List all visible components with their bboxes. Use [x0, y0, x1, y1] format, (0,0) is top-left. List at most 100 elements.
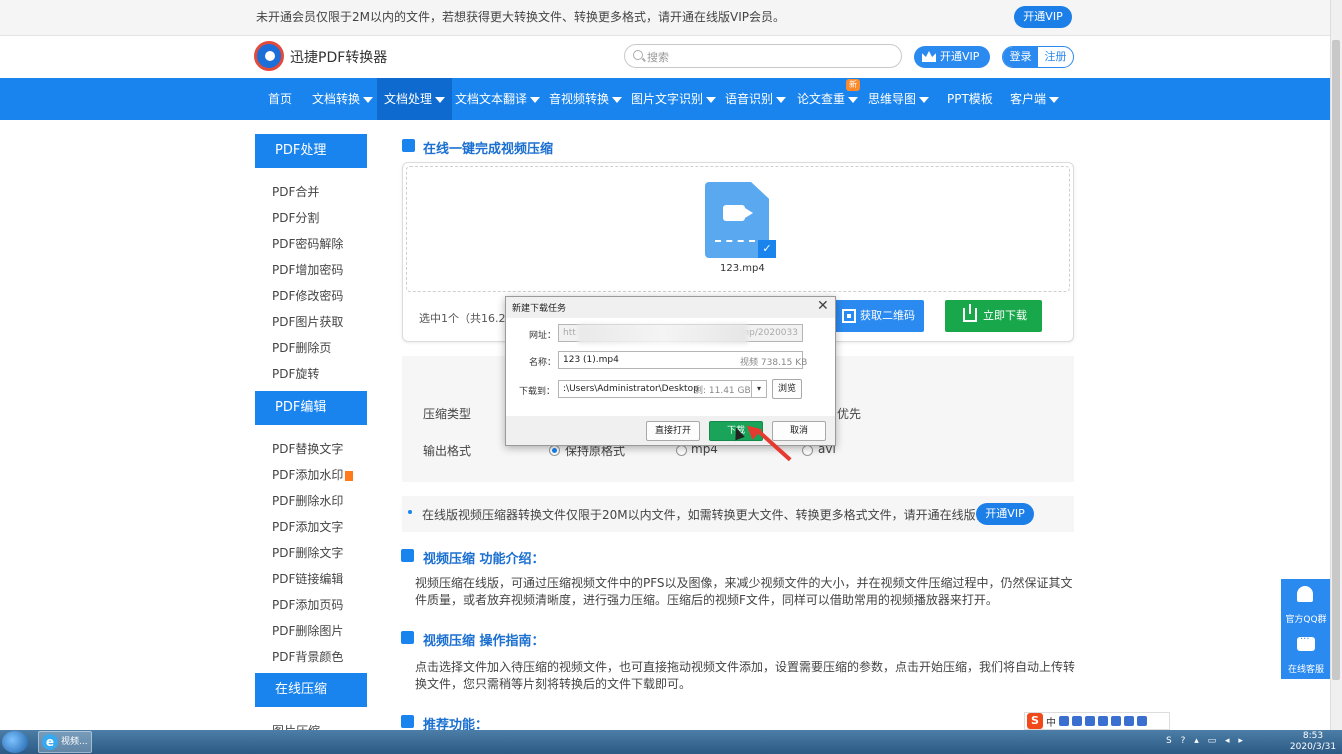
- nav-doc-process[interactable]: 文档处理: [377, 78, 453, 120]
- grid-icon[interactable]: [1137, 716, 1147, 726]
- nav-mindmap[interactable]: 思维导图: [861, 78, 936, 120]
- close-icon[interactable]: ✕: [817, 298, 829, 314]
- main-nav: 首页 文档转换 文档处理 文档文本翻译 音视频转换 图片文字识别 语音识别 论文…: [0, 78, 1330, 120]
- qrcode-label: 获取二维码: [860, 309, 915, 322]
- compress-option-priority[interactable]: 优先: [837, 405, 861, 422]
- sidebar-head-pdf-process[interactable]: PDF处理: [255, 134, 367, 168]
- system-tray-icons[interactable]: S ? ▴ ▭ ◂ ▸: [1166, 736, 1246, 746]
- url-label: 网址：: [529, 331, 557, 341]
- sidebar-head-online-compress[interactable]: 在线压缩: [255, 673, 367, 707]
- save-to-label: 下载到：: [519, 387, 556, 397]
- start-button[interactable]: [2, 731, 28, 753]
- sidebar-item[interactable]: PDF链接编辑: [272, 570, 343, 587]
- radio-mp4[interactable]: [676, 445, 687, 456]
- word-doc-icon: [402, 139, 415, 152]
- download-now-button[interactable]: 立即下载: [945, 300, 1042, 332]
- sidebar-item[interactable]: PDF旋转: [272, 365, 319, 382]
- sidebar-item[interactable]: PDF删除页: [272, 339, 331, 356]
- file-name: 123.mp4: [720, 263, 765, 274]
- promo-bar: 未开通会员仅限于2M以内的文件，若想获得更大转换文件、转换更多格式，请开通在线版…: [0, 0, 1330, 36]
- compress-type-label: 压缩类型: [423, 407, 472, 421]
- auth-buttons: 登录 注册: [1002, 46, 1074, 68]
- sidebar-item[interactable]: PDF密码解除: [272, 235, 343, 252]
- sidebar-item[interactable]: PDF添加文字: [272, 518, 343, 535]
- file-size-meta: 视频 738.15 KB: [740, 358, 808, 368]
- radio-avi[interactable]: [802, 445, 813, 456]
- star-icon: [401, 715, 414, 728]
- sidebar-item[interactable]: PDF合并: [272, 183, 319, 200]
- clock-time: 8:53: [1302, 731, 1324, 741]
- nav-ocr[interactable]: 图片文字识别: [624, 78, 723, 120]
- chevron-down-icon: [776, 96, 787, 103]
- notice-text: 在线版视频压缩器转换文件仅限于20M以内文件，如需转换更大文件、转换更多格式文件…: [422, 508, 1012, 522]
- browse-button[interactable]: 浏览: [772, 379, 802, 399]
- sidebar-item[interactable]: PDF替换文字: [272, 440, 343, 457]
- ime-mode[interactable]: 中: [1046, 714, 1056, 729]
- sidebar-item[interactable]: PDF背景颜色: [272, 648, 343, 665]
- video-camera-icon: [723, 205, 745, 221]
- sidebar-item[interactable]: PDF图片获取: [272, 313, 343, 330]
- register-button[interactable]: 注册: [1038, 47, 1073, 67]
- logo-icon[interactable]: [254, 41, 284, 71]
- nav-doc-translate[interactable]: 文档文本翻译: [448, 78, 547, 120]
- save-path-value: :\Users\Administrator\Desktop: [563, 384, 699, 394]
- sidebar-head-pdf-edit[interactable]: PDF编辑: [255, 391, 367, 425]
- radio-keep-format[interactable]: [549, 445, 560, 456]
- cancel-button[interactable]: 取消: [772, 421, 826, 441]
- qrcode-icon: [842, 309, 856, 323]
- path-dropdown[interactable]: ▾: [751, 380, 767, 398]
- output-format-label: 输出格式: [423, 444, 472, 458]
- filename-value: 123 (1).mp4: [563, 355, 619, 365]
- check-icon: ✓: [758, 240, 776, 258]
- sidebar-item[interactable]: PDF修改密码: [272, 287, 343, 304]
- guide-title: 视频压缩 操作指南：: [423, 634, 545, 649]
- name-label: 名称：: [529, 358, 557, 368]
- emoji-icon[interactable]: [1072, 716, 1082, 726]
- nav-av-convert[interactable]: 音视频转换: [542, 78, 629, 120]
- download-now-label: 立即下载: [983, 309, 1027, 322]
- skin-icon[interactable]: [1124, 716, 1134, 726]
- microphone-icon[interactable]: [1085, 716, 1095, 726]
- file-dash-decoration: [715, 240, 755, 242]
- site-header: 迅捷PDF转换器 搜索 开通VIP 登录 注册: [0, 36, 1330, 78]
- promo-text: 未开通会员仅限于2M以内的文件，若想获得更大转换文件、转换更多格式，请开通在线版…: [256, 10, 785, 24]
- page-title: 在线一键完成视频压缩: [423, 142, 554, 157]
- scrollbar-thumb[interactable]: [1332, 40, 1340, 680]
- header-vip-label: 开通VIP: [940, 50, 980, 63]
- guide-icon: [401, 631, 414, 644]
- sidebar-item[interactable]: PDF增加密码: [272, 261, 343, 278]
- bullet-icon: [408, 510, 412, 514]
- promo-vip-button[interactable]: 开通VIP: [1014, 6, 1072, 28]
- ime-toolbar: S 中: [1024, 712, 1170, 730]
- nav-speech[interactable]: 语音识别: [718, 78, 793, 120]
- login-button[interactable]: 登录: [1003, 47, 1038, 67]
- nav-home[interactable]: 首页: [261, 78, 299, 120]
- sogou-ime-icon[interactable]: S: [1027, 713, 1043, 729]
- logo-text[interactable]: 迅捷PDF转换器: [290, 47, 387, 67]
- taskbar-clock[interactable]: 8:53 2020/3/31: [1288, 731, 1338, 753]
- sidebar-item[interactable]: PDF添加页码: [272, 596, 343, 613]
- user-icon[interactable]: [1111, 716, 1121, 726]
- online-service-link[interactable]: 在线客服: [1281, 662, 1331, 675]
- nav-doc-convert[interactable]: 文档转换: [305, 78, 380, 120]
- nav-client[interactable]: 客户端: [1003, 78, 1066, 120]
- sidebar-item[interactable]: PDF删除水印: [272, 492, 343, 509]
- sidebar-item[interactable]: PDF删除图片: [272, 622, 343, 639]
- keyboard-icon[interactable]: [1098, 716, 1108, 726]
- disk-free-meta: 剩: 11.41 GB: [694, 386, 751, 396]
- get-qrcode-button[interactable]: 获取二维码: [834, 300, 924, 332]
- nav-ppt[interactable]: PPT模板: [940, 78, 1000, 120]
- search-icon: [633, 50, 643, 60]
- guide-text: 点击选择文件加入待压缩的视频文件，也可直接拖动视频文件添加，设置需要压缩的参数，…: [415, 660, 1076, 691]
- sidebar-item[interactable]: PDF分割: [272, 209, 319, 226]
- notice-vip-button[interactable]: 开通VIP: [976, 503, 1034, 525]
- intro-title: 视频压缩 功能介绍：: [423, 552, 545, 567]
- bell-icon: [1297, 586, 1313, 602]
- open-direct-button[interactable]: 直接打开: [646, 421, 700, 441]
- ime-punct-icon[interactable]: [1059, 716, 1069, 726]
- sidebar-item[interactable]: PDF删除文字: [272, 544, 343, 561]
- header-vip-button[interactable]: 开通VIP: [914, 46, 990, 68]
- sidebar-item[interactable]: PDF添加水印: [272, 466, 354, 483]
- search-input[interactable]: 搜索: [624, 44, 902, 68]
- qq-group-link[interactable]: 官方QQ群: [1281, 612, 1331, 625]
